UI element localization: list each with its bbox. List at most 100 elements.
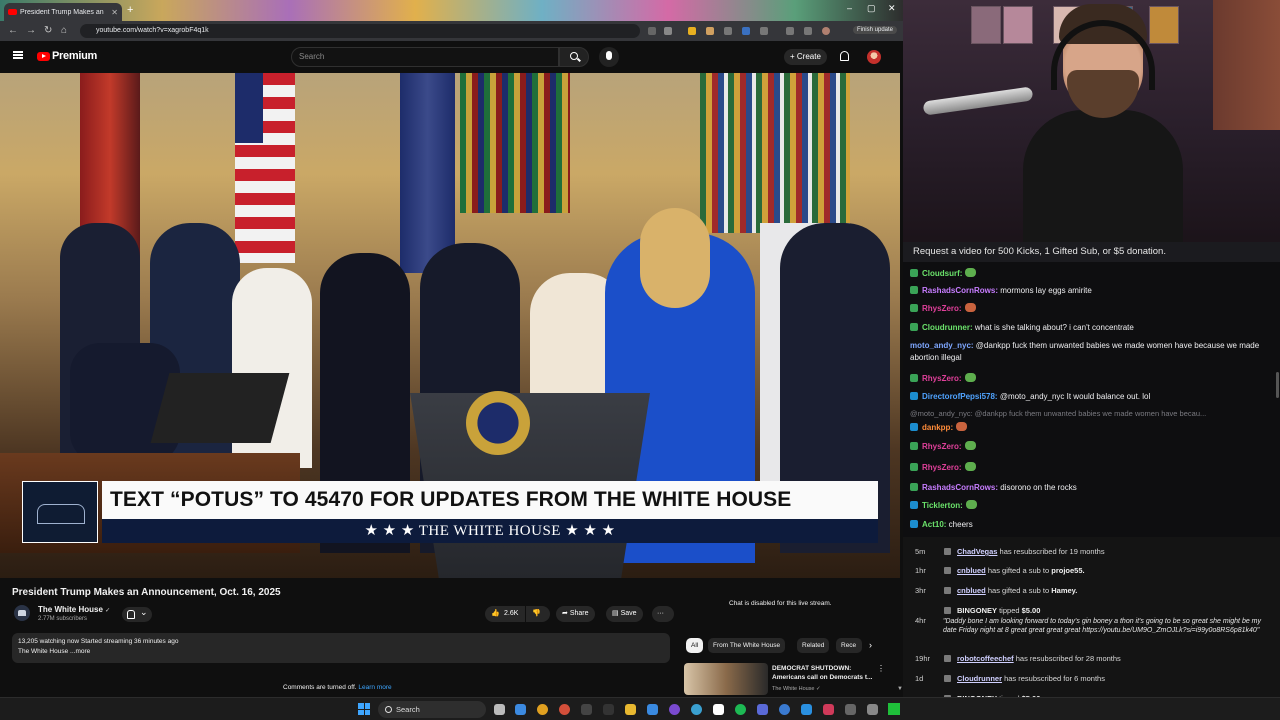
feed-username[interactable]: cnblued xyxy=(957,586,986,595)
feed-username[interactable]: robotcoffeechef xyxy=(957,654,1014,663)
save-button[interactable]: ▤ Save xyxy=(606,606,643,622)
feed-username[interactable]: ChadVegas xyxy=(957,547,997,556)
share-button[interactable]: ➦ Share xyxy=(556,606,595,622)
voice-search-icon[interactable] xyxy=(599,47,619,67)
dislike-button[interactable]: 👎 xyxy=(526,606,550,622)
feed-time: 19hr xyxy=(915,654,931,663)
video-player[interactable]: TEXT “POTUS” TO 45470 FOR UPDATES FROM T… xyxy=(0,73,900,578)
youtube-premium-label[interactable]: Premium xyxy=(52,50,97,62)
description-text[interactable]: The White House ...more xyxy=(18,648,90,655)
chat-username[interactable]: Cloudsurf: xyxy=(922,269,962,278)
maximize-icon[interactable]: ▢ xyxy=(867,3,876,14)
chat-badge-icon xyxy=(910,269,918,277)
more-actions-button[interactable]: ··· xyxy=(652,606,674,622)
app-icon[interactable] xyxy=(581,704,592,715)
extension-icon[interactable] xyxy=(724,27,732,35)
channel-name[interactable]: The White House ✓ xyxy=(38,605,110,614)
chat-username[interactable]: dankpp: xyxy=(922,423,953,432)
windows-start-icon[interactable] xyxy=(358,703,370,715)
more-vert-icon[interactable]: ⋮ xyxy=(877,664,885,673)
app-icon[interactable] xyxy=(779,704,790,715)
chat-username[interactable]: moto_andy_nyc: xyxy=(910,341,974,350)
recommendation-title[interactable]: DEMOCRAT SHUTDOWN: Americans call on Dem… xyxy=(772,664,877,682)
extension-icon[interactable] xyxy=(706,27,714,35)
chat-badge-icon xyxy=(910,323,918,331)
flag-shape xyxy=(400,73,455,273)
app-icon[interactable] xyxy=(603,704,614,715)
sidebar-icon[interactable] xyxy=(786,27,794,35)
feed-username[interactable]: cnblued xyxy=(957,566,986,575)
subscription-bell-button[interactable] xyxy=(122,607,152,622)
chat-username[interactable]: DirectorofPepsi578: xyxy=(922,392,998,401)
profile-icon[interactable] xyxy=(822,27,830,35)
spotify-icon[interactable] xyxy=(735,704,746,715)
search-button[interactable] xyxy=(559,47,589,67)
app-icon[interactable] xyxy=(515,704,526,715)
app-icon[interactable] xyxy=(647,704,658,715)
avatar[interactable] xyxy=(867,50,881,64)
chip-recent[interactable]: Rece xyxy=(836,638,862,653)
cast-icon[interactable] xyxy=(648,27,656,35)
chip-from-white-house[interactable]: From The White House xyxy=(708,638,786,653)
chat-username[interactable]: RhysZero: xyxy=(922,442,962,451)
chat-username[interactable]: Ticklerton: xyxy=(922,501,963,510)
chat-username[interactable]: RashadsCornRows: xyxy=(922,286,998,295)
feed-time: 3hr xyxy=(915,586,926,595)
reload-icon[interactable]: ↻ xyxy=(44,25,52,36)
description-box[interactable]: 13,205 watching now Started streaming 36… xyxy=(12,633,670,663)
chrome-icon[interactable] xyxy=(537,704,548,715)
chat-message: Cloudsurf: xyxy=(910,268,1275,280)
create-button[interactable]: + Create xyxy=(784,49,827,65)
chip-all[interactable]: All xyxy=(686,638,704,653)
task-view-icon[interactable] xyxy=(494,704,505,715)
chat-message: Cloudrunner: what is she talking about? … xyxy=(910,322,1275,334)
app-icon[interactable] xyxy=(691,704,702,715)
channel-avatar[interactable] xyxy=(14,605,30,621)
chat-scrollbar[interactable] xyxy=(1276,372,1279,398)
learn-more-link[interactable]: Learn more xyxy=(358,684,391,691)
browser-tab-active[interactable]: President Trump Makes an ✕ xyxy=(4,3,122,21)
app-icon[interactable] xyxy=(713,704,724,715)
chat-username[interactable]: RhysZero: xyxy=(922,304,962,313)
chat-username[interactable]: Act10: xyxy=(922,520,946,529)
finish-update-button[interactable]: Finish update xyxy=(852,26,897,34)
extension-icon[interactable] xyxy=(760,27,768,35)
chat-message: RhysZero: xyxy=(910,373,1275,385)
chat-username[interactable]: RashadsCornRows: xyxy=(922,483,998,492)
url-field[interactable]: youtube.com/watch?v=xagrobF4q1k xyxy=(80,24,640,38)
banner-subline: ★ ★ ★ THE WHITE HOUSE ★ ★ ★ xyxy=(102,519,878,543)
youtube-logo-icon[interactable] xyxy=(37,52,50,61)
chevron-right-icon[interactable]: › xyxy=(869,640,872,650)
app-icon[interactable] xyxy=(867,704,878,715)
close-window-icon[interactable]: ✕ xyxy=(888,3,896,14)
new-tab-button[interactable]: + xyxy=(127,4,133,16)
app-icon[interactable] xyxy=(801,704,812,715)
app-icon[interactable] xyxy=(845,704,856,715)
back-icon[interactable]: ← xyxy=(8,25,18,36)
app-icon[interactable] xyxy=(669,704,680,715)
app-icon[interactable] xyxy=(823,704,834,715)
app-icon[interactable] xyxy=(757,704,768,715)
extension-icon[interactable] xyxy=(688,27,696,35)
taskbar-search[interactable]: Search xyxy=(378,701,486,718)
file-explorer-icon[interactable] xyxy=(625,704,636,715)
recommendation-thumbnail[interactable] xyxy=(684,663,768,695)
chat-username[interactable]: RhysZero: xyxy=(922,463,962,472)
chrome-icon[interactable] xyxy=(559,704,570,715)
feed-username[interactable]: Cloudrunner xyxy=(957,674,1002,683)
chat-username[interactable]: Cloudrunner: xyxy=(922,323,973,332)
app-icon[interactable] xyxy=(888,703,900,715)
forward-icon[interactable]: → xyxy=(26,25,36,36)
chat-username[interactable]: RhysZero: xyxy=(922,374,962,383)
tab-close-icon[interactable]: ✕ xyxy=(111,8,118,17)
chip-related[interactable]: Related xyxy=(797,638,830,653)
search-input[interactable]: Search xyxy=(291,47,559,67)
download-icon[interactable] xyxy=(804,27,812,35)
notifications-icon[interactable] xyxy=(840,51,849,61)
menu-icon[interactable] xyxy=(13,51,23,59)
home-icon[interactable]: ⌂ xyxy=(61,25,67,36)
extension-icon[interactable] xyxy=(742,27,750,35)
bookmark-star-icon[interactable] xyxy=(664,27,672,35)
feed-username[interactable]: BINGONEY xyxy=(957,606,997,615)
minimize-icon[interactable]: – xyxy=(847,3,852,13)
